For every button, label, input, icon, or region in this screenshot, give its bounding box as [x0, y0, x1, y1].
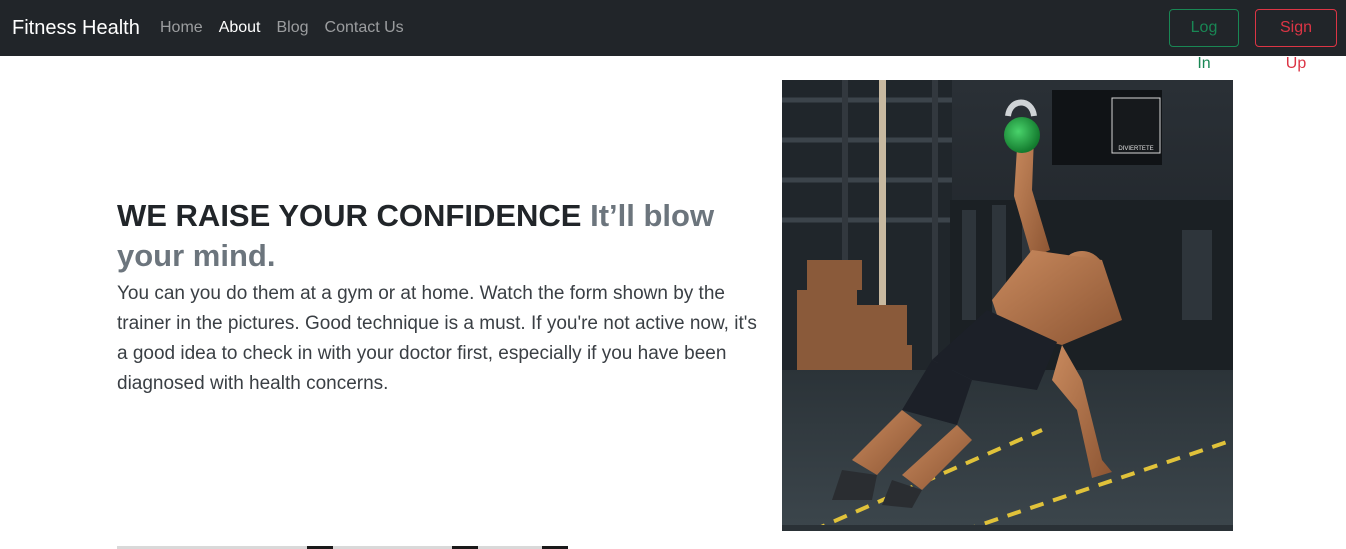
signup-button[interactable]: Sign Up	[1255, 9, 1337, 72]
hero-image: DIVIERTETE	[782, 80, 1233, 531]
login-button[interactable]: Log In	[1169, 9, 1239, 72]
nav-link-home[interactable]: Home	[160, 18, 203, 38]
nav-link-about[interactable]: About	[219, 18, 261, 38]
kettlebell-athlete-photo: DIVIERTETE	[782, 80, 1233, 531]
nav-link-contact[interactable]: Contact Us	[325, 18, 404, 38]
headline-main: WE RAISE YOUR CONFIDENCE	[117, 198, 582, 233]
gym-sign-text: DIVIERTETE	[1118, 146, 1153, 152]
brand-logo[interactable]: Fitness Health	[12, 16, 140, 40]
nav-links: Home About Blog Contact Us	[160, 18, 420, 38]
hero-text: WE RAISE YOUR CONFIDENCE It’ll blow your…	[117, 196, 757, 399]
hero-body: You can you do them at a gym or at home.…	[117, 283, 757, 394]
hero-headline: WE RAISE YOUR CONFIDENCE It’ll blow your…	[117, 196, 757, 276]
navbar: Fitness Health Home About Blog Contact U…	[0, 0, 1346, 72]
nav-link-blog[interactable]: Blog	[277, 18, 309, 38]
